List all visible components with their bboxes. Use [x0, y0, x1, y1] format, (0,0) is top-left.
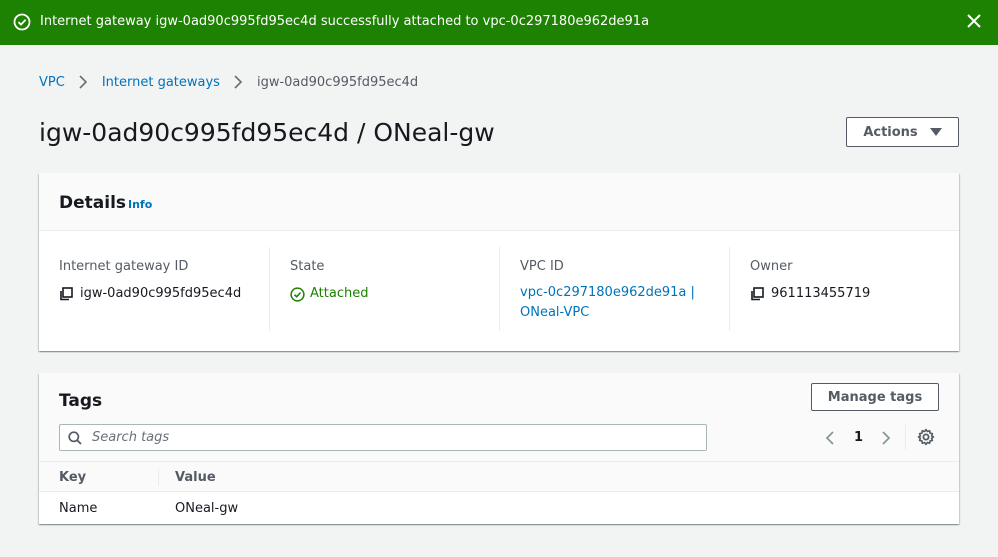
- tags-panel: Tags Manage tags 1 Key Value Name ONeal-…: [39, 373, 959, 524]
- owner-label: Owner: [750, 259, 793, 274]
- column-divider: [158, 469, 159, 486]
- manage-tags-label: Manage tags: [827, 389, 923, 405]
- close-icon[interactable]: [964, 11, 984, 31]
- chevron-right-icon[interactable]: [881, 430, 891, 446]
- chevron-right-icon: [234, 75, 243, 89]
- state-value: Attached: [310, 286, 369, 301]
- owner-field: Owner 961113455719: [729, 247, 959, 331]
- search-tags-input[interactable]: [92, 428, 692, 447]
- check-circle-icon: [13, 13, 31, 31]
- tags-table-header: Key Value: [39, 462, 959, 492]
- manage-tags-button[interactable]: Manage tags: [811, 383, 939, 411]
- vpc-id-value: vpc-0c297180e962de91a |: [520, 285, 695, 300]
- breadcrumb-current: igw-0ad90c995fd95ec4d: [256, 74, 419, 90]
- tag-value-cell: ONeal-gw: [175, 501, 239, 516]
- page-title: igw-0ad90c995fd95ec4d / ONeal-gw: [39, 118, 495, 147]
- copy-icon[interactable]: [59, 287, 73, 301]
- success-flash-banner: Internet gateway igw-0ad90c995fd95ec4d s…: [0, 0, 998, 45]
- column-header-key[interactable]: Key: [59, 470, 86, 486]
- breadcrumb: VPC Internet gateways igw-0ad90c995fd95e…: [39, 73, 418, 91]
- details-panel: Details Info Internet gateway ID igw-0ad…: [39, 173, 959, 351]
- breadcrumb-internet-gateways-link[interactable]: Internet gateways: [102, 75, 220, 90]
- info-link[interactable]: Info: [128, 198, 152, 211]
- tags-title: Tags: [59, 391, 103, 411]
- gateway-id-label: Internet gateway ID: [59, 259, 189, 274]
- owner-value: 961113455719: [771, 286, 871, 301]
- flash-message: Internet gateway igw-0ad90c995fd95ec4d s…: [40, 14, 650, 29]
- vpc-id-field: VPC ID vpc-0c297180e962de91a | ONeal-VPC: [499, 247, 729, 331]
- state-value-row: Attached: [290, 284, 368, 304]
- state-label: State: [290, 259, 325, 274]
- chevron-right-icon: [79, 75, 87, 89]
- details-header: Details Info: [39, 173, 959, 231]
- status-success-icon: [290, 286, 305, 302]
- gateway-id-field: Internet gateway ID igw-0ad90c995fd95ec4…: [59, 247, 269, 331]
- tag-key-cell: Name: [59, 501, 98, 516]
- actions-button[interactable]: Actions: [846, 117, 959, 147]
- copy-icon[interactable]: [750, 287, 764, 301]
- vpc-id-label: VPC ID: [520, 259, 564, 274]
- details-title: Details: [59, 193, 127, 213]
- owner-value-row: 961113455719: [750, 284, 870, 304]
- vpc-id-link[interactable]: vpc-0c297180e962de91a | ONeal-VPC: [520, 283, 695, 323]
- actions-button-label: Actions: [863, 124, 918, 140]
- gateway-id-value-row: igw-0ad90c995fd95ec4d: [59, 284, 241, 304]
- gear-icon[interactable]: [917, 428, 935, 446]
- gateway-id-value: igw-0ad90c995fd95ec4d: [80, 286, 242, 301]
- pager-divider: [905, 425, 906, 450]
- vpc-name-value: ONeal-VPC: [520, 305, 590, 320]
- column-header-value[interactable]: Value: [175, 470, 216, 486]
- search-tags-field[interactable]: [59, 424, 707, 451]
- caret-down-icon: [929, 128, 942, 136]
- state-field: State Attached: [269, 247, 499, 331]
- search-icon: [68, 431, 82, 445]
- table-row: Name ONeal-gw: [39, 493, 959, 524]
- page-number[interactable]: 1: [854, 429, 863, 447]
- breadcrumb-vpc-link[interactable]: VPC: [39, 75, 65, 90]
- chevron-left-icon[interactable]: [825, 430, 835, 446]
- tags-header: Tags Manage tags 1: [39, 373, 959, 462]
